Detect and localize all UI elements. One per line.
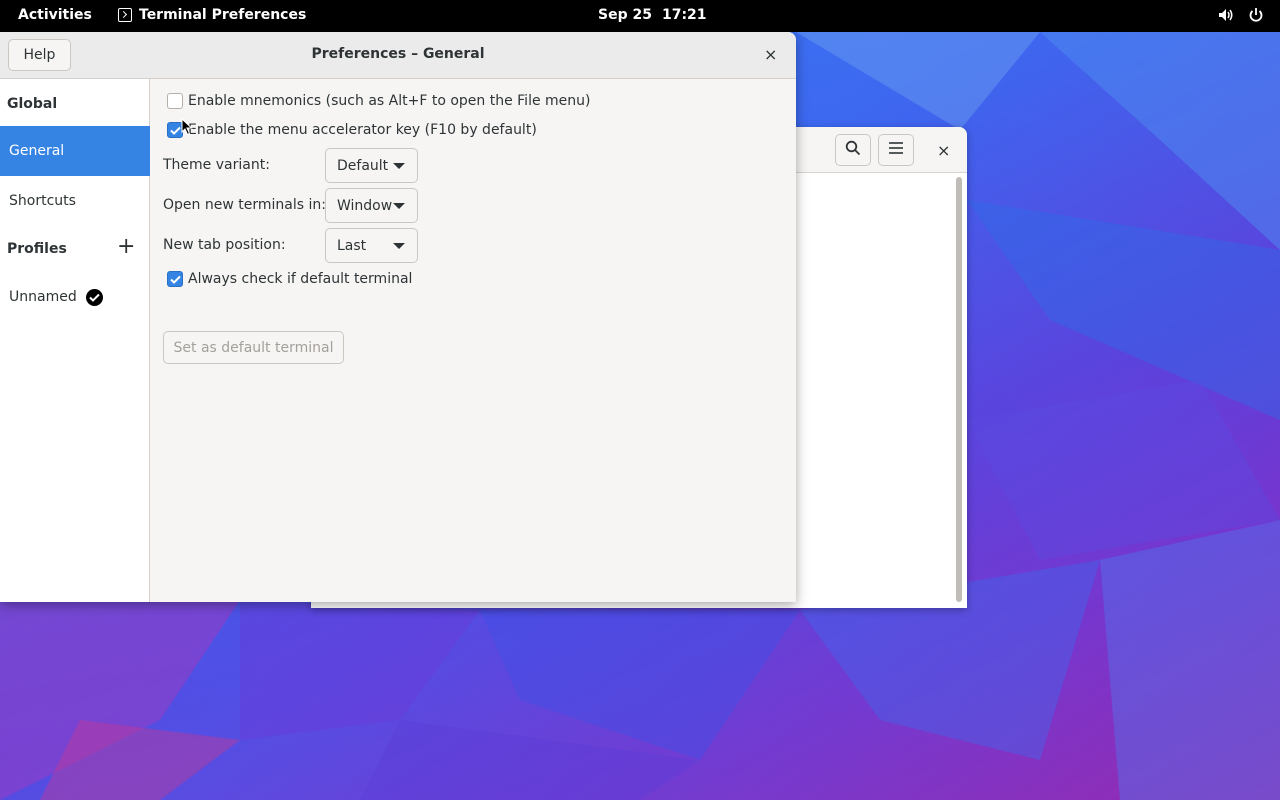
enable-accelerator-row[interactable]: Enable the menu accelerator key (F10 by … bbox=[167, 122, 537, 138]
preferences-titlebar: Help Preferences – General × bbox=[0, 32, 796, 79]
sidebar: Global General Shortcuts Profiles + Unna… bbox=[0, 79, 150, 602]
app-menu-label: Terminal Preferences bbox=[139, 7, 307, 23]
window-title: Preferences – General bbox=[311, 46, 485, 62]
clock[interactable]: Sep 25 17:21 bbox=[598, 7, 707, 23]
search-button[interactable] bbox=[835, 134, 871, 166]
sidebar-item-label: Shortcuts bbox=[9, 193, 76, 209]
sidebar-item-shortcuts[interactable]: Shortcuts bbox=[0, 176, 150, 226]
dropdown-arrow-icon bbox=[393, 163, 405, 169]
always-check-default-row[interactable]: Always check if default terminal bbox=[167, 271, 412, 287]
volume-icon bbox=[1218, 7, 1234, 23]
system-menu[interactable] bbox=[1218, 7, 1264, 23]
background-window-close-icon[interactable]: × bbox=[937, 141, 950, 160]
general-settings-panel: Enable mnemonics (such as Alt+F to open … bbox=[151, 79, 796, 602]
sidebar-item-label: General bbox=[9, 143, 65, 159]
new-tab-position-label: New tab position: bbox=[163, 237, 286, 253]
always-check-default-checkbox[interactable] bbox=[167, 271, 183, 287]
theme-variant-label: Theme variant: bbox=[163, 157, 270, 173]
enable-mnemonics-row[interactable]: Enable mnemonics (such as Alt+F to open … bbox=[167, 93, 591, 109]
close-icon[interactable]: × bbox=[764, 45, 777, 64]
sidebar-heading-global: Global bbox=[7, 96, 58, 112]
sidebar-heading-profiles: Profiles + bbox=[0, 224, 150, 274]
enable-mnemonics-checkbox[interactable] bbox=[167, 93, 183, 109]
enable-mnemonics-label: Enable mnemonics (such as Alt+F to open … bbox=[188, 93, 591, 109]
power-icon bbox=[1248, 7, 1264, 23]
preferences-window: Help Preferences – General × Global Gene… bbox=[0, 32, 796, 602]
hamburger-menu-icon bbox=[888, 141, 904, 159]
dropdown-arrow-icon bbox=[393, 203, 405, 209]
clock-date: Sep 25 bbox=[598, 7, 652, 23]
profiles-heading-label: Profiles bbox=[7, 241, 67, 257]
sidebar-item-general[interactable]: General bbox=[0, 126, 150, 176]
default-profile-check-icon bbox=[85, 288, 103, 306]
menu-button[interactable] bbox=[878, 134, 914, 166]
new-tab-position-dropdown[interactable]: Last bbox=[325, 228, 418, 263]
mouse-pointer-icon bbox=[181, 117, 193, 140]
set-default-terminal-button[interactable]: Set as default terminal bbox=[163, 331, 344, 364]
open-new-terminals-dropdown[interactable]: Window bbox=[325, 188, 418, 223]
theme-variant-value: Default bbox=[337, 157, 389, 174]
new-tab-position-value: Last bbox=[337, 237, 367, 254]
dropdown-arrow-icon bbox=[393, 243, 405, 249]
activities-button[interactable]: Activities bbox=[18, 7, 92, 23]
app-menu[interactable]: Terminal Preferences bbox=[118, 7, 306, 23]
search-icon bbox=[845, 140, 861, 160]
top-bar: Activities Terminal Preferences Sep 25 1… bbox=[0, 0, 1280, 32]
open-new-terminals-value: Window bbox=[337, 197, 393, 214]
enable-accelerator-label: Enable the menu accelerator key (F10 by … bbox=[188, 122, 537, 138]
clock-time: 17:21 bbox=[661, 7, 707, 23]
open-new-terminals-label: Open new terminals in: bbox=[163, 197, 326, 213]
always-check-default-label: Always check if default terminal bbox=[188, 271, 413, 287]
theme-variant-dropdown[interactable]: Default bbox=[325, 148, 418, 183]
terminal-app-icon bbox=[118, 8, 132, 22]
scrollbar[interactable] bbox=[956, 177, 962, 602]
sidebar-item-profile-unnamed[interactable]: Unnamed bbox=[0, 272, 150, 322]
profile-label: Unnamed bbox=[9, 289, 77, 305]
add-profile-icon[interactable]: + bbox=[117, 234, 135, 259]
